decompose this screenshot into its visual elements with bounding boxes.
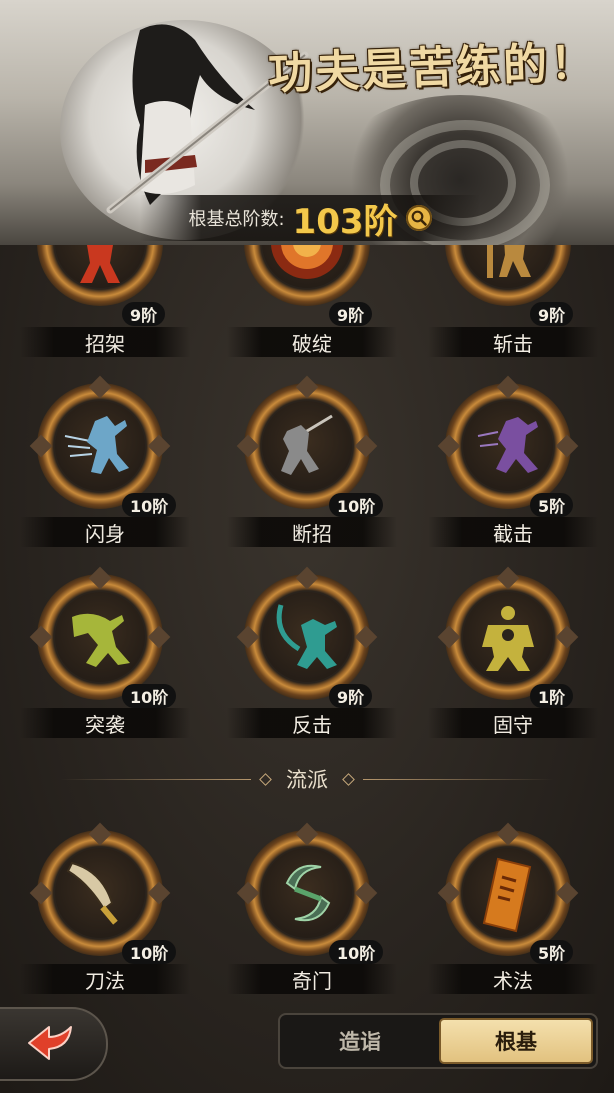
skill-medallion: [29, 375, 171, 509]
intercept-figure-icon: [477, 417, 538, 473]
school-name: 术法: [428, 964, 598, 994]
school-name: 奇门: [227, 964, 397, 994]
section-divider: 流派: [60, 764, 554, 794]
raid-figure-icon: [72, 613, 130, 667]
skill-card-raid[interactable]: 10阶 突袭: [0, 566, 200, 774]
magnifier-icon[interactable]: [405, 205, 432, 231]
back-button[interactable]: [0, 1007, 108, 1081]
school-card-exotic[interactable]: 10阶 奇门: [207, 822, 407, 1030]
skill-row-1: 9阶 招架 9阶 破绽 9阶 斩击: [0, 245, 614, 360]
parry-figure-icon: [80, 245, 120, 283]
skill-medallion: [244, 245, 370, 306]
school-medallion: [437, 822, 579, 956]
level-badge: 9阶: [329, 302, 373, 326]
school-name: 刀法: [20, 964, 190, 994]
school-row: 10阶 刀法 10阶 奇门 5阶 术法: [0, 822, 614, 1030]
level-badge: 1阶: [530, 684, 574, 708]
skill-card-weakpoint[interactable]: 9阶 破绽: [207, 245, 407, 360]
school-card-saber[interactable]: 10阶 刀法: [0, 822, 200, 1030]
skill-card-counter[interactable]: 9阶 反击: [207, 566, 407, 774]
total-level-bar: 根基总阶数: 103阶: [140, 195, 480, 242]
back-arrow-icon: [28, 1026, 72, 1060]
level-badge: 5阶: [530, 493, 574, 517]
skill-row-3: 10阶 突袭 9阶 反击 1阶 固守: [0, 566, 614, 774]
diamond-ornament-icon: [259, 772, 272, 786]
level-badge: 10阶: [329, 940, 384, 964]
skill-card-guard[interactable]: 1阶 固守: [408, 566, 608, 774]
skill-medallion: [236, 375, 378, 509]
skill-name: 斩击: [428, 327, 598, 357]
skill-name: 断招: [227, 517, 397, 547]
tab-attainment[interactable]: 造诣: [283, 1018, 437, 1064]
level-badge: 9阶: [122, 302, 166, 326]
skill-card-parry[interactable]: 9阶 招架: [0, 245, 200, 360]
level-badge: 9阶: [329, 684, 373, 708]
dodge-figure-icon: [64, 416, 129, 474]
skill-name: 截击: [428, 517, 598, 547]
skill-medallion: [437, 566, 579, 700]
skill-medallion: [29, 566, 171, 700]
skill-card-break[interactable]: 10阶 断招: [207, 375, 407, 583]
skill-name: 突袭: [20, 708, 190, 738]
level-badge: 10阶: [122, 940, 177, 964]
skill-name: 招架: [20, 327, 190, 357]
skill-medallion: [437, 375, 579, 509]
level-badge: 5阶: [530, 940, 574, 964]
guard-figure-icon: [482, 606, 534, 671]
hook-blades-icon: [285, 864, 331, 922]
skill-name: 固守: [428, 708, 598, 738]
broadsword-icon: [66, 861, 118, 925]
level-badge: 9阶: [530, 302, 574, 326]
school-medallion: [236, 822, 378, 956]
tab-foundation[interactable]: 根基: [439, 1018, 593, 1064]
school-medallion: [29, 822, 171, 956]
school-card-sorcery[interactable]: 5阶 术法: [408, 822, 608, 1030]
sword-figure-icon: [281, 414, 333, 475]
skill-medallion: [445, 245, 571, 306]
target-icon: [271, 245, 343, 279]
slash-figure-icon: [487, 245, 531, 278]
diamond-ornament-icon: [342, 772, 355, 786]
tab-bar: 造诣 根基: [278, 1013, 598, 1069]
skill-card-slash[interactable]: 9阶 斩击: [408, 245, 608, 360]
skill-card-intercept[interactable]: 5阶 截击: [408, 375, 608, 583]
level-badge: 10阶: [329, 493, 384, 517]
level-badge: 10阶: [122, 684, 177, 708]
total-level-value: 103阶: [292, 201, 398, 242]
skill-name: 反击: [227, 708, 397, 738]
header-banner: 功夫是苦练的！ 根基总阶数: 103阶: [0, 0, 614, 245]
skill-name: 破绽: [227, 327, 397, 357]
skill-row-2: 10阶 闪身 10阶 断招 5阶 截击: [0, 375, 614, 583]
skill-name: 闪身: [20, 517, 190, 547]
skill-medallion: [236, 566, 378, 700]
skill-card-dodge[interactable]: 10阶 闪身: [0, 375, 200, 583]
counter-figure-icon: [276, 604, 337, 669]
section-title: 流派: [286, 768, 328, 792]
skill-medallion: [37, 245, 163, 306]
talisman-scroll-icon: [482, 857, 532, 933]
level-badge: 10阶: [122, 493, 177, 517]
total-level-label: 根基总阶数:: [188, 209, 285, 230]
slogan-text: 功夫是苦练的！: [267, 37, 598, 100]
